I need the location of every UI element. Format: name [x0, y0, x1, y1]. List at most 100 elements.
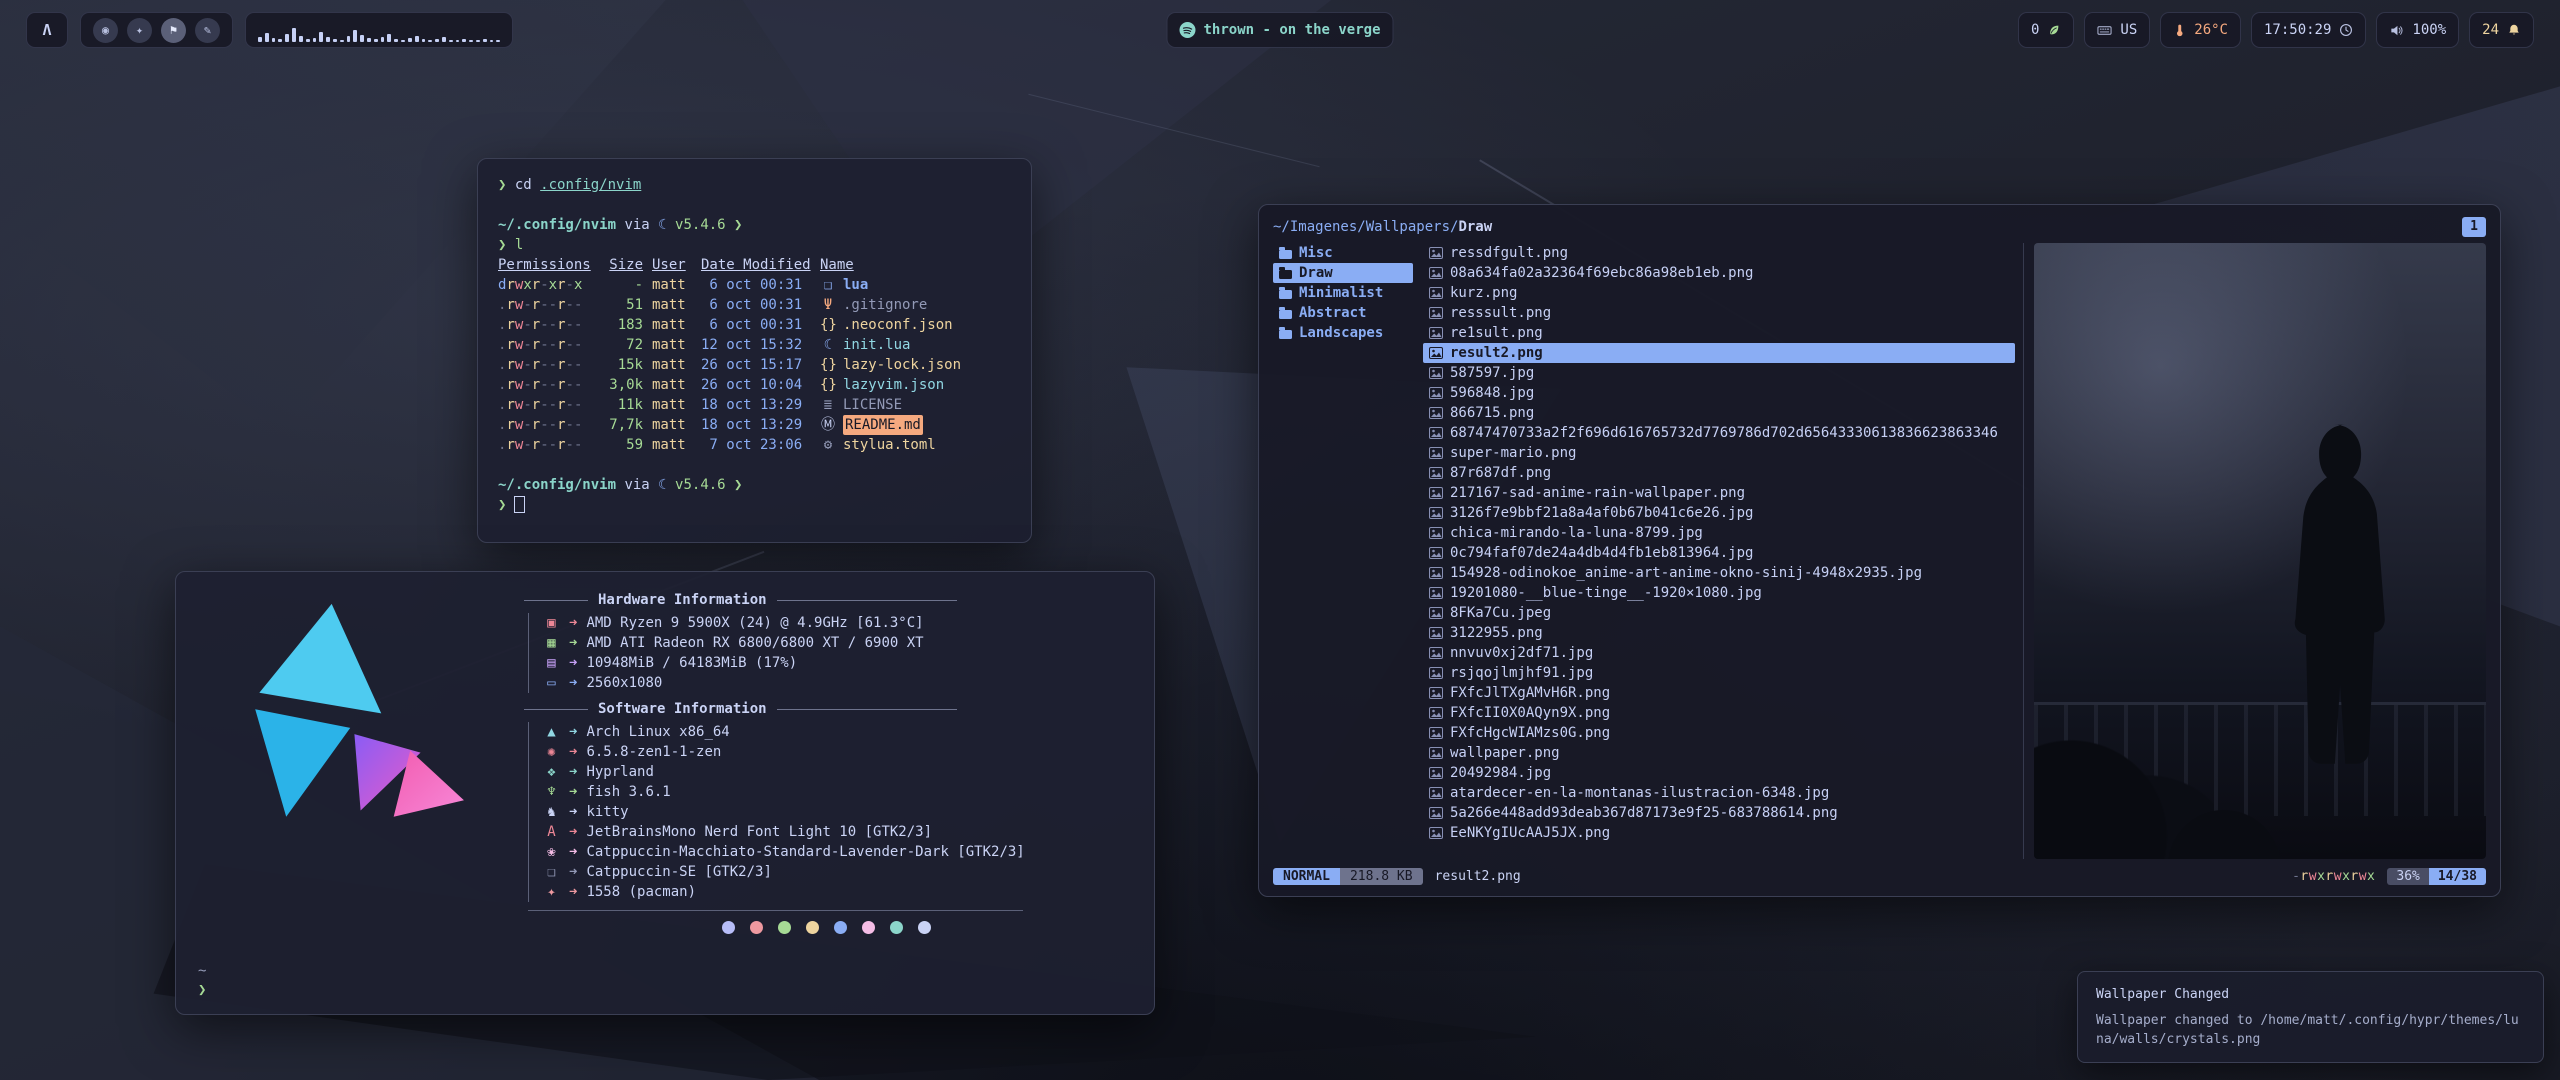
file-name: lazy-lock.json	[843, 355, 961, 375]
file-item[interactable]: nnvuv0xj2df71.jpg	[1423, 643, 2015, 663]
tab-indicator[interactable]: 1	[2462, 217, 2486, 237]
updates-module[interactable]: 0	[2018, 12, 2074, 48]
volume-module[interactable]: 100%	[2376, 12, 2459, 48]
file-item[interactable]: 08a634fa02a32364f69ebc86a98eb1eb.png	[1423, 263, 2015, 283]
file-item[interactable]: 20492984.jpg	[1423, 763, 2015, 783]
file-item[interactable]: wallpaper.png	[1423, 743, 2015, 763]
file-name: FXfcII0X0AQyn9X.png	[1450, 703, 1610, 723]
keyboard-layout-module[interactable]: US	[2084, 12, 2150, 48]
directory-item[interactable]: Draw	[1273, 263, 1413, 283]
file-permissions: .rw-r--r--	[498, 375, 590, 395]
visualizer-bar	[496, 40, 500, 42]
file-item[interactable]: 596848.jpg	[1423, 383, 2015, 403]
file-name: 3122955.png	[1450, 623, 1543, 643]
workspace-button[interactable]: ◉	[93, 18, 118, 43]
file-name: README.md	[843, 415, 923, 435]
terminal-window[interactable]: ❯ cd .config/nvim ~/.config/nvim via ☾ v…	[477, 158, 1032, 543]
file-name: re1sult.png	[1450, 323, 1543, 343]
file-item[interactable]: 866715.png	[1423, 403, 2015, 423]
media-player-widget[interactable]: thrown - on the verge	[1166, 12, 1393, 48]
image-file-icon	[1429, 247, 1443, 259]
notifications-count: 24	[2482, 22, 2499, 38]
directory-item[interactable]: Minimalist	[1273, 283, 1413, 303]
file-item[interactable]: 5a266e448add93deab367d87173e9f25-6837886…	[1423, 803, 2015, 823]
software-section-header: Software Information	[524, 701, 1128, 717]
image-file-icon	[1429, 327, 1443, 339]
file-date: 6 oct 00:31	[701, 275, 811, 295]
software-info-icon: ✺	[543, 742, 560, 762]
file-date: 26 oct 10:04	[701, 375, 811, 395]
info-value: 10948MiB / 64183MiB (17%)	[586, 653, 797, 673]
file-type-icon: Ⓜ	[820, 415, 836, 435]
file-item[interactable]: FXfcII0X0AQyn9X.png	[1423, 703, 2015, 723]
file-item[interactable]: atardecer-en-la-montanas-ilustracion-634…	[1423, 783, 2015, 803]
file-item[interactable]: EeNKYgIUcAAJ5JX.png	[1423, 823, 2015, 843]
file-date: 6 oct 00:31	[701, 295, 811, 315]
info-line: ♞ ➜ kitty	[543, 802, 1128, 822]
launcher-button[interactable]: Λ	[26, 12, 68, 48]
file-item[interactable]: 154928-odinokoe_anime-art-anime-okno-sin…	[1423, 563, 2015, 583]
notifications-module[interactable]: 24	[2469, 12, 2534, 48]
selected-file-size: 218.8 KB	[1340, 868, 1423, 885]
file-item[interactable]: super-mario.png	[1423, 443, 2015, 463]
file-name: wallpaper.png	[1450, 743, 1560, 763]
file-item[interactable]: 19201080-__blue-tinge__-1920×1080.jpg	[1423, 583, 2015, 603]
file-item[interactable]: re1sult.png	[1423, 323, 2015, 343]
file-owner: matt	[652, 355, 692, 375]
file-item[interactable]: 587597.jpg	[1423, 363, 2015, 383]
file-size: 183	[599, 315, 643, 335]
palette-dot	[806, 921, 819, 934]
temperature-module[interactable]: 26°C	[2160, 12, 2241, 48]
file-name: 3126f7e9bbf21a8a4af0b67b041c6e26.jpg	[1450, 503, 1753, 523]
terminal-text-segment: cd	[515, 177, 540, 193]
file-date: 6 oct 00:31	[701, 315, 811, 335]
image-file-icon	[1429, 367, 1443, 379]
file-item[interactable]: 0c794faf07de24a4db4d4fb1eb813964.jpg	[1423, 543, 2015, 563]
file-item[interactable]: 3122955.png	[1423, 623, 2015, 643]
workspace-icon: ◉	[102, 23, 109, 37]
workspace-button[interactable]: ⚑	[161, 18, 186, 43]
workspace-button[interactable]: ✦	[127, 18, 152, 43]
file-item[interactable]: result2.png	[1423, 343, 2015, 363]
file-item[interactable]: rsjqojlmjhf91.jpg	[1423, 663, 2015, 683]
image-file-icon	[1429, 827, 1443, 839]
spotify-icon	[1179, 22, 1195, 38]
visualizer-bar	[306, 39, 310, 42]
shell-prompt: ~ ❯	[196, 962, 1134, 1000]
file-item[interactable]: 217167-sad-anime-rain-wallpaper.png	[1423, 483, 2015, 503]
file-item[interactable]: kurz.png	[1423, 283, 2015, 303]
info-value: fish 3.6.1	[586, 782, 670, 802]
file-size: 11k	[599, 395, 643, 415]
fetch-terminal-window[interactable]: Hardware Information ▣ ➜ AMD Ryzen 9 590…	[175, 571, 1155, 1015]
info-value: AMD ATI Radeon RX 6800/6800 XT / 6900 XT	[586, 633, 923, 653]
arrow-icon: ➜	[569, 673, 577, 693]
file-item[interactable]: FXfcHgcWIAMzs0G.png	[1423, 723, 2015, 743]
file-name: 08a634fa02a32364f69ebc86a98eb1eb.png	[1450, 263, 1753, 283]
directory-item[interactable]: Abstract	[1273, 303, 1413, 323]
file-item[interactable]: ressdfgult.png	[1423, 243, 2015, 263]
notification-toast[interactable]: Wallpaper Changed Wallpaper changed to /…	[2077, 971, 2544, 1063]
file-item[interactable]: resssult.png	[1423, 303, 2015, 323]
file-permissions: .rw-r--r--	[498, 295, 590, 315]
file-permissions: .rw-r--r--	[498, 335, 590, 355]
terminal-text-segment: v5.4.6	[675, 477, 734, 493]
image-file-icon	[1429, 787, 1443, 799]
workspace-button[interactable]: ✎	[195, 18, 220, 43]
file-item[interactable]: FXfcJlTXgAMvH6R.png	[1423, 683, 2015, 703]
file-item[interactable]: 68747470733a2f2f696d616765732d7769786d70…	[1423, 423, 2015, 443]
file-manager-window[interactable]: ~/Imagenes/Wallpapers/Draw 1 Misc Draw M…	[1258, 204, 2501, 897]
file-item[interactable]: 8FKa7Cu.jpeg	[1423, 603, 2015, 623]
directory-item[interactable]: Landscapes	[1273, 323, 1413, 343]
directory-item[interactable]: Misc	[1273, 243, 1413, 263]
file-name: 217167-sad-anime-rain-wallpaper.png	[1450, 483, 1745, 503]
software-info-icon: ♞	[543, 802, 560, 822]
image-file-icon	[1429, 447, 1443, 459]
selected-file-permissions: -rwxrwxrwx	[2292, 869, 2375, 884]
file-item[interactable]: 87r687df.png	[1423, 463, 2015, 483]
file-item[interactable]: chica-mirando-la-luna-8799.jpg	[1423, 523, 2015, 543]
file-item[interactable]: 3126f7e9bbf21a8a4af0b67b041c6e26.jpg	[1423, 503, 2015, 523]
file-name: 596848.jpg	[1450, 383, 1534, 403]
info-line: ▲ ➜ Arch Linux x86_64	[543, 722, 1128, 742]
visualizer-bar	[435, 39, 439, 42]
clock-module[interactable]: 17:50:29	[2251, 12, 2366, 48]
